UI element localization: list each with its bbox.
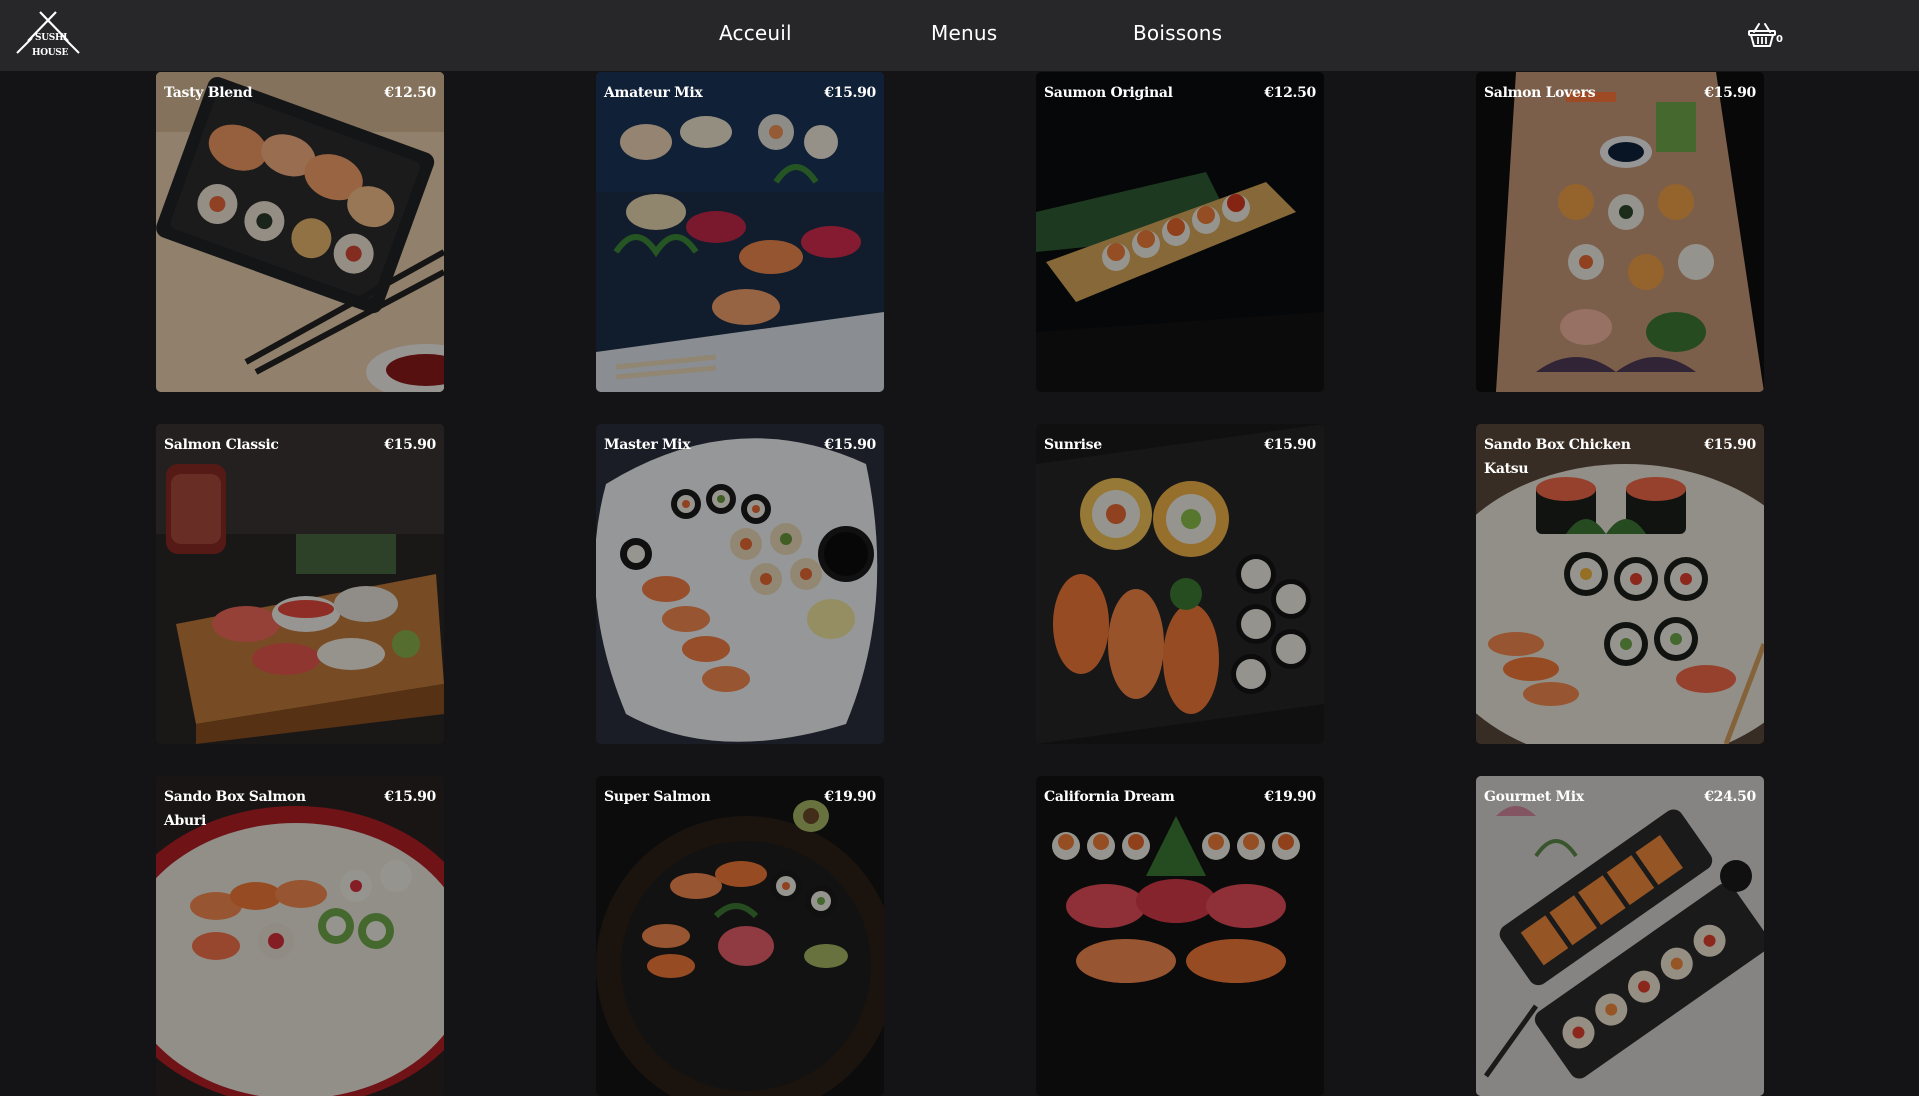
logo-text-line2: HOUSE xyxy=(32,48,69,58)
nav-link-menus[interactable]: Menus xyxy=(931,21,997,45)
product-card-salmon-lovers[interactable]: Salmon Lovers €15.90 xyxy=(1476,72,1764,392)
product-price: €19.90 xyxy=(1264,789,1316,805)
product-name: Salmon Classic xyxy=(164,437,279,453)
product-grid: Tasty Blend €12.50 Amateur Mix €15.90 Sa… xyxy=(0,0,1919,1096)
product-card-master-mix[interactable]: Master Mix €15.90 xyxy=(596,424,884,744)
cart-count-badge: 0 xyxy=(1776,34,1783,45)
product-card-saumon-original[interactable]: Saumon Original €12.50 xyxy=(1036,72,1324,392)
product-name: Sunrise xyxy=(1044,437,1102,453)
logo-text-line1: SUSHI xyxy=(35,33,68,43)
image-overlay xyxy=(1036,424,1324,744)
product-card-sunrise[interactable]: Sunrise €15.90 xyxy=(1036,424,1324,744)
product-name: Gourmet Mix xyxy=(1484,789,1584,805)
product-price: €15.90 xyxy=(1704,437,1756,453)
product-price: €15.90 xyxy=(384,789,436,805)
image-overlay xyxy=(1036,776,1324,1096)
basket-icon xyxy=(1748,23,1776,47)
product-card-tasty-blend[interactable]: Tasty Blend €12.50 xyxy=(156,72,444,392)
product-name: Sando Box Chicken Katsu xyxy=(1484,437,1631,477)
image-overlay xyxy=(1476,776,1764,1096)
product-price: €24.50 xyxy=(1704,789,1756,805)
image-overlay xyxy=(1476,72,1764,392)
product-card-amateur-mix[interactable]: Amateur Mix €15.90 xyxy=(596,72,884,392)
sushi-house-logo[interactable]: SUSHI HOUSE xyxy=(16,10,80,64)
product-price: €12.50 xyxy=(1264,85,1316,101)
image-overlay xyxy=(596,424,884,744)
product-price: €15.90 xyxy=(824,85,876,101)
product-name: Super Salmon xyxy=(604,789,711,805)
image-overlay xyxy=(156,424,444,744)
product-name: Sando Box Salmon Aburi xyxy=(164,789,306,829)
product-price: €19.90 xyxy=(824,789,876,805)
product-name: Tasty Blend xyxy=(164,85,253,101)
product-card-california-dream[interactable]: California Dream €19.90 xyxy=(1036,776,1324,1096)
product-card-sando-box-salmon-aburi[interactable]: Sando Box Salmon Aburi €15.90 xyxy=(156,776,444,1096)
image-overlay xyxy=(596,776,884,1096)
top-navbar: SUSHI HOUSE Acceuil Menus Boissons 0 xyxy=(0,0,1919,71)
product-name: Amateur Mix xyxy=(604,85,703,101)
cart-button[interactable]: 0 xyxy=(1748,22,1788,52)
product-name: Saumon Original xyxy=(1044,85,1173,101)
product-name: Master Mix xyxy=(604,437,691,453)
product-price: €15.90 xyxy=(824,437,876,453)
product-card-sando-box-chicken-katsu[interactable]: Sando Box Chicken Katsu €15.90 xyxy=(1476,424,1764,744)
product-name: California Dream xyxy=(1044,789,1175,805)
nav-link-acceuil[interactable]: Acceuil xyxy=(719,21,792,45)
product-card-gourmet-mix[interactable]: Gourmet Mix €24.50 xyxy=(1476,776,1764,1096)
product-card-super-salmon[interactable]: Super Salmon €19.90 xyxy=(596,776,884,1096)
product-price: €12.50 xyxy=(384,85,436,101)
nav-link-boissons[interactable]: Boissons xyxy=(1133,21,1222,45)
image-overlay xyxy=(596,72,884,392)
product-price: €15.90 xyxy=(1704,85,1756,101)
product-card-salmon-classic[interactable]: Salmon Classic €15.90 xyxy=(156,424,444,744)
image-overlay xyxy=(1036,72,1324,392)
product-name: Salmon Lovers xyxy=(1484,85,1596,101)
product-price: €15.90 xyxy=(384,437,436,453)
product-price: €15.90 xyxy=(1264,437,1316,453)
image-overlay xyxy=(156,72,444,392)
